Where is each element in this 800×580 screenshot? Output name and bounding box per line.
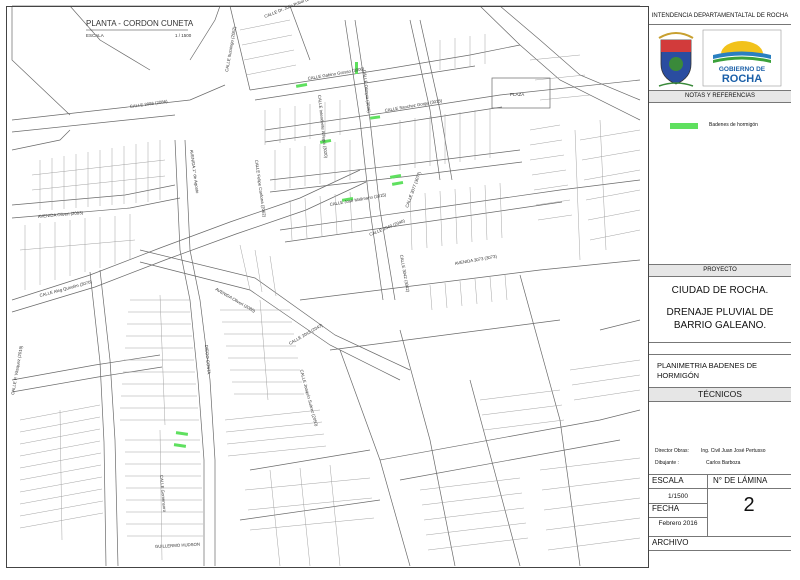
project-city: CIUDAD DE ROCHA. bbox=[671, 285, 769, 296]
coat-of-arms-icon bbox=[658, 32, 694, 87]
sheet-title: PLANIMETRIA BADENES DE HORMIGÓN bbox=[657, 361, 789, 381]
date-value: Febrero 2016 bbox=[658, 520, 698, 527]
director-name: Ing. Civil Juan José Pertusso bbox=[701, 448, 766, 454]
technicians-header: TÉCNICOS bbox=[649, 387, 791, 402]
plan-scale-label: ESCALA bbox=[86, 33, 104, 38]
sheet-no-header: N° DE LÁMINA bbox=[713, 476, 768, 485]
drafter-name: Carlos Barboza bbox=[706, 460, 741, 466]
project-line-1: DRENAJE PLUVIAL DE bbox=[666, 307, 774, 318]
scale-header: ESCALA bbox=[652, 476, 684, 485]
archive-header: ARCHIVO bbox=[652, 538, 689, 547]
date-header: FECHA bbox=[652, 504, 680, 513]
logo-text-bottom: ROCHA bbox=[722, 73, 762, 85]
legend-label: Badenes de hormigón bbox=[709, 122, 758, 128]
plaza-label: PLAZA bbox=[510, 92, 524, 97]
scale-value: 1/1500 bbox=[668, 493, 688, 500]
sheet-number: 2 bbox=[743, 494, 755, 516]
project-header-text: PROYECTO bbox=[703, 267, 737, 273]
legend-swatch bbox=[670, 123, 698, 129]
drafter-role: Dibujante : bbox=[655, 460, 679, 466]
plan-title: PLANTA - CORDON CUNETA bbox=[86, 19, 194, 28]
plan-scale-value: 1 / 1500 bbox=[175, 33, 192, 38]
authority-header: INTENDENCIA DEPARTAMENTALTAL DE ROCHA bbox=[649, 9, 791, 25]
notes-header-text: NOTAS Y REFERENCIAS bbox=[684, 93, 756, 99]
sheet-title-line-2: HORMIGÓN bbox=[657, 371, 700, 380]
project-line-2: BARRIO GALEANO. bbox=[673, 320, 767, 331]
logos: GOBIERNO DE ROCHA bbox=[655, 28, 785, 88]
technicians-header-text: TÉCNICOS bbox=[698, 389, 742, 399]
logo-text-top: GOBIERNO DE bbox=[719, 66, 766, 73]
notes-header: NOTAS Y REFERENCIAS bbox=[649, 90, 791, 103]
sheet-title-line-1: PLANIMETRIA BADENES DE bbox=[657, 361, 758, 370]
title-block: INTENDENCIA DEPARTAMENTALTAL DE ROCHA GO… bbox=[648, 6, 791, 568]
authority-text: INTENDENCIA DEPARTAMENTALTAL DE ROCHA bbox=[651, 13, 789, 19]
project-header: PROYECTO bbox=[649, 264, 791, 277]
director-role: Director Obras: bbox=[655, 448, 689, 454]
gobierno-rocha-logo-icon: GOBIERNO DE ROCHA bbox=[702, 29, 782, 87]
street-map: PLANTA - CORDON CUNETA ESCALA 1 / 1500 P… bbox=[0, 0, 648, 566]
legend: Badenes de hormigón bbox=[649, 122, 791, 132]
